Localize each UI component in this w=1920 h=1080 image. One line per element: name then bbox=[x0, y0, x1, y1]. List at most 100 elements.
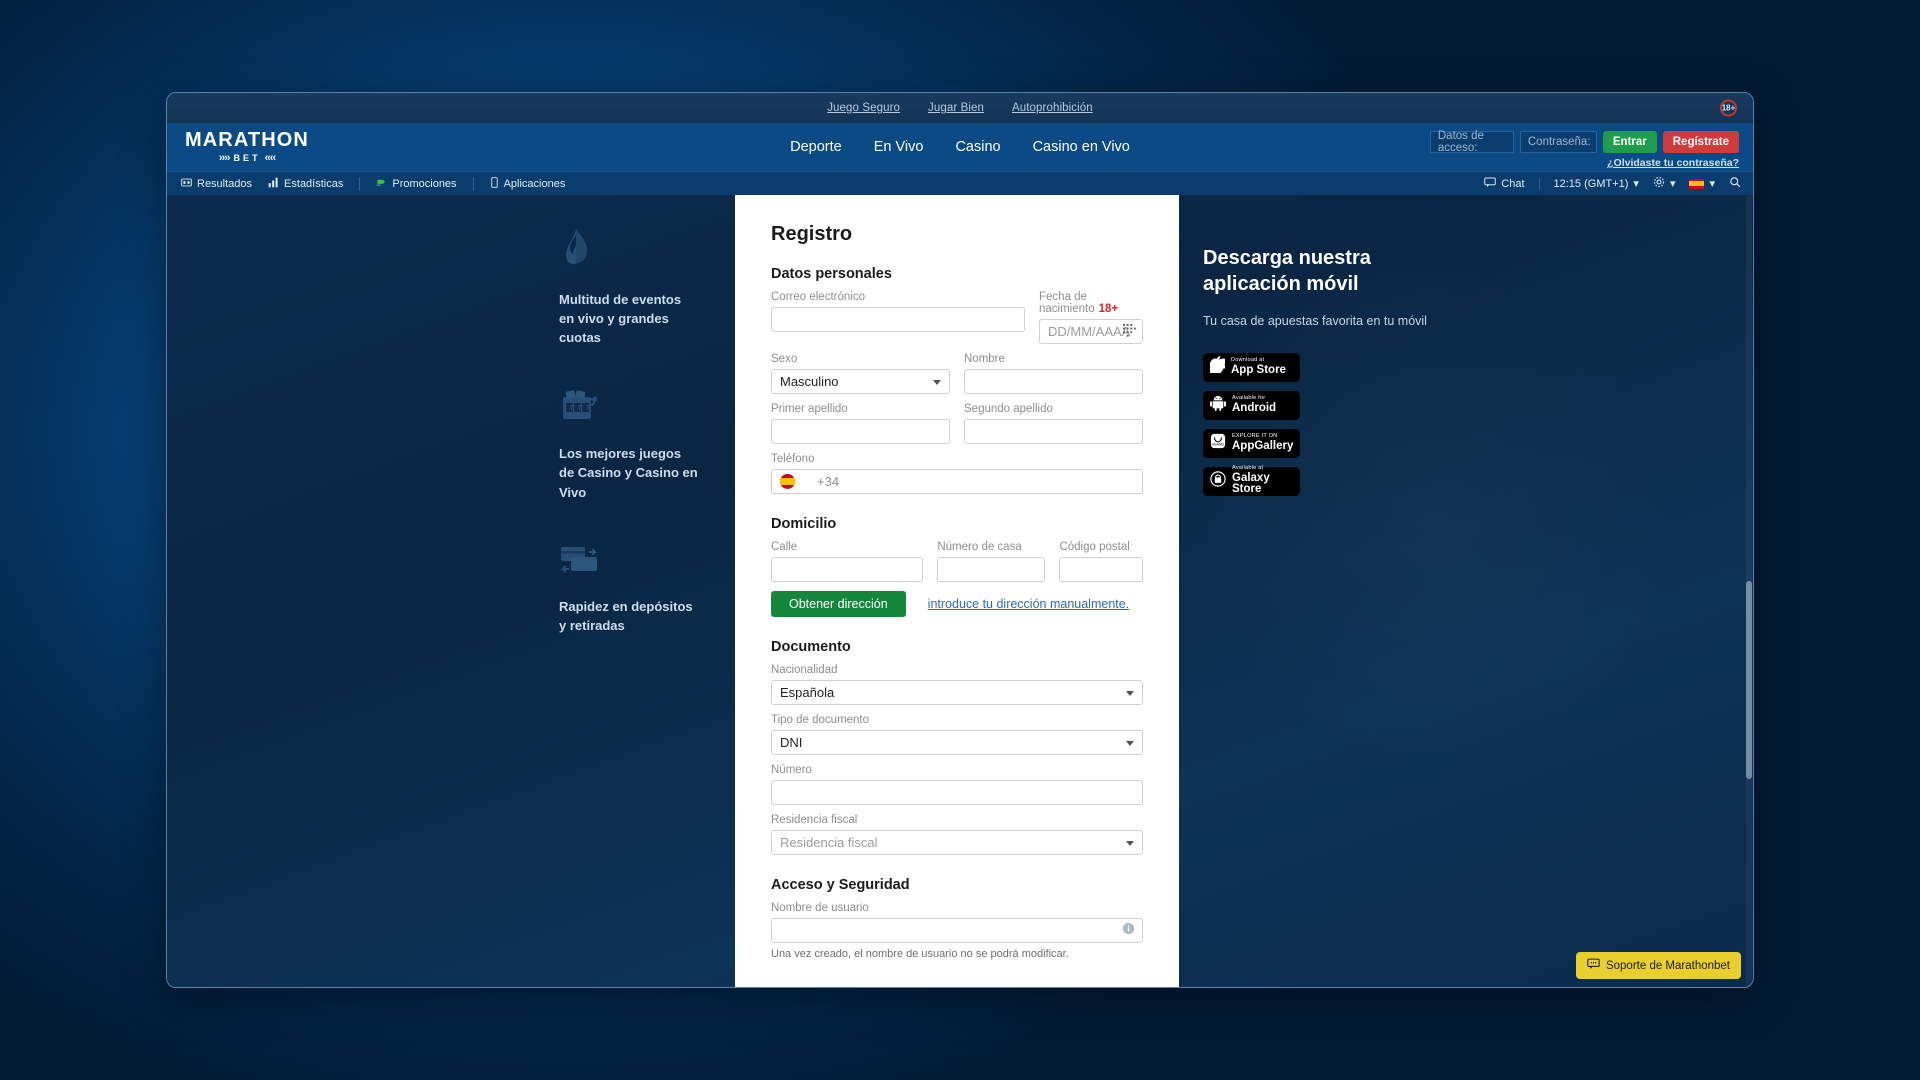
label-doctype: Tipo de documento bbox=[771, 714, 870, 726]
nav-item-casino-en-vivo[interactable]: Casino en Vivo bbox=[1033, 139, 1130, 155]
marathonbet-logo[interactable]: MARATHON ›››› BET ‹‹‹‹ bbox=[185, 130, 309, 164]
top-responsible-gaming-bar: Juego Seguro Jugar Bien Autoprohibición … bbox=[167, 93, 1753, 123]
label-surname2: Segundo apellido bbox=[964, 403, 1053, 415]
label-postcode: Código postal bbox=[1059, 541, 1130, 553]
spain-flag-icon[interactable] bbox=[780, 474, 795, 489]
mobile-app-panel: Descarga nuestra aplicación móvil Tu cas… bbox=[1203, 245, 1443, 496]
username-input[interactable] bbox=[771, 918, 1143, 943]
main-navigation: Deporte En Vivo Casino Casino en Vivo bbox=[790, 139, 1130, 155]
info-icon[interactable] bbox=[1122, 922, 1135, 940]
doctype-select[interactable]: DNI bbox=[771, 730, 1143, 755]
label-taxres: Residencia fiscal bbox=[771, 814, 858, 826]
field-dob: Fecha de nacimiento 18+ bbox=[1039, 291, 1143, 344]
register-button[interactable]: Regístrate bbox=[1662, 131, 1739, 153]
galaxy-store-badge-text: Available at Galaxy Store bbox=[1232, 466, 1293, 496]
field-postcode: Código postal bbox=[1059, 541, 1143, 582]
label-firstname: Nombre bbox=[964, 353, 1005, 365]
subnav-item-aplicaciones[interactable]: Aplicaciones bbox=[472, 176, 565, 191]
logo-text-bet-row: ›››› BET ‹‹‹‹ bbox=[185, 153, 309, 164]
android-badge[interactable]: Available for Android bbox=[1203, 390, 1300, 420]
taxres-select[interactable]: Residencia fiscal bbox=[771, 830, 1143, 855]
apple-icon bbox=[1208, 356, 1228, 378]
settings-button[interactable]: ▾ bbox=[1653, 176, 1676, 191]
promo-item-payments: Rapidez en depósitos y retiradas bbox=[559, 544, 699, 635]
support-button-label: Soporte de Marathonbet bbox=[1605, 959, 1730, 972]
subnav-item-estadisticas[interactable]: Estadísticas bbox=[268, 177, 343, 191]
field-housenum: Número de casa bbox=[937, 541, 1046, 582]
login-row: Datos de acceso: Contraseña: Entrar Regí… bbox=[1429, 130, 1739, 154]
promo-text-events: Multitud de eventos en vivo y grandes cu… bbox=[559, 292, 682, 346]
spain-flag-icon bbox=[1689, 178, 1705, 189]
chevron-down-icon: ▾ bbox=[1669, 178, 1676, 190]
subnav-item-promociones[interactable]: Promociones bbox=[359, 176, 457, 191]
promo-item-casino: 7 7 7 Los mejores juegos de Casino y Cas… bbox=[559, 389, 699, 501]
appgallery-badge[interactable]: HUAWEI EXPLORE IT ON AppGallery bbox=[1203, 428, 1300, 458]
topbar-link-juego-seguro[interactable]: Juego Seguro bbox=[827, 102, 900, 114]
search-button[interactable] bbox=[1729, 176, 1741, 191]
nav-item-deporte[interactable]: Deporte bbox=[790, 139, 842, 155]
username-helper-text: Una vez creado, el nombre de usuario no … bbox=[771, 948, 1069, 960]
browser-window: Juego Seguro Jugar Bien Autoprohibición … bbox=[166, 92, 1754, 988]
sex-select[interactable]: Masculino bbox=[771, 369, 950, 394]
nav-item-casino[interactable]: Casino bbox=[955, 139, 1000, 155]
calendar-icon[interactable] bbox=[1123, 324, 1136, 342]
label-nationality: Nacionalidad bbox=[771, 664, 838, 676]
manual-address-link[interactable]: introduce tu dirección manualmente. bbox=[928, 597, 1130, 611]
form-row-email-dob: Correo electrónico Fecha de nacimiento 18… bbox=[771, 291, 1143, 344]
age-restriction-badge: 18+ bbox=[1720, 99, 1737, 117]
label-username: Nombre de usuario bbox=[771, 902, 869, 914]
section-heading-address: Domicilio bbox=[771, 516, 837, 532]
flame-icon bbox=[559, 227, 699, 276]
logo-wing-right-icon: ‹‹‹‹ bbox=[264, 152, 276, 164]
field-doctype: Tipo de documento DNI bbox=[771, 714, 1143, 755]
field-phone: Teléfono +34 bbox=[771, 453, 1143, 494]
topbar-link-autoprohibicion[interactable]: Autoprohibición bbox=[1012, 102, 1093, 114]
password-input[interactable]: Contraseña: bbox=[1519, 131, 1597, 153]
docnum-input[interactable] bbox=[771, 780, 1143, 805]
field-email: Correo electrónico bbox=[771, 291, 1025, 344]
galaxy-icon bbox=[1210, 470, 1226, 492]
chat-icon bbox=[1587, 958, 1600, 973]
search-icon bbox=[1729, 176, 1741, 191]
label-email: Correo electrónico bbox=[771, 291, 865, 303]
support-button[interactable]: Soporte de Marathonbet bbox=[1575, 952, 1741, 979]
label-street: Calle bbox=[771, 541, 798, 553]
app-store-badge[interactable]: Download at App Store bbox=[1203, 352, 1300, 382]
street-input[interactable] bbox=[771, 557, 924, 582]
form-row-address: Calle Número de casa Código postal bbox=[771, 541, 1143, 582]
surname2-input[interactable] bbox=[964, 419, 1143, 444]
get-address-button[interactable]: Obtener dirección bbox=[771, 591, 906, 617]
appgallery-badge-large: AppGallery bbox=[1232, 439, 1294, 452]
phone-input-wrapper[interactable]: +34 bbox=[771, 469, 1143, 494]
timezone-selector[interactable]: 12:15 (GMT+1) ▾ bbox=[1554, 177, 1639, 191]
topbar-link-jugar-bien[interactable]: Jugar Bien bbox=[928, 102, 984, 114]
chat-button[interactable]: Chat bbox=[1484, 177, 1525, 191]
forgot-password-link[interactable]: ¿Olvidaste tu contraseña? bbox=[1607, 157, 1739, 169]
svg-text:7: 7 bbox=[570, 405, 574, 412]
login-button[interactable]: Entrar bbox=[1602, 131, 1657, 153]
label-sex: Sexo bbox=[771, 353, 798, 365]
postcode-input[interactable] bbox=[1059, 557, 1143, 582]
subnav-item-resultados[interactable]: Resultados bbox=[181, 177, 252, 191]
field-taxres: Residencia fiscal Residencia fiscal bbox=[771, 814, 1143, 855]
language-selector[interactable]: ▾ bbox=[1689, 177, 1715, 190]
housenum-input[interactable] bbox=[937, 557, 1046, 582]
nationality-select[interactable]: Española bbox=[771, 680, 1143, 705]
app-panel-title: Descarga nuestra aplicación móvil bbox=[1203, 247, 1371, 296]
field-street: Calle bbox=[771, 541, 924, 582]
username-wrapper bbox=[771, 918, 1143, 943]
address-actions: Obtener dirección introduce tu dirección… bbox=[771, 591, 1143, 617]
label-dob-text: Fecha de nacimiento bbox=[1039, 291, 1095, 315]
app-badges-list: Download at App Store Available for Andr… bbox=[1203, 352, 1443, 496]
subnav-right-group: Chat 12:15 (GMT+1) ▾ ▾ ▾ bbox=[1470, 176, 1741, 191]
logo-wing-left-icon: ›››› bbox=[218, 152, 231, 164]
email-input[interactable] bbox=[771, 307, 1025, 332]
username-input[interactable]: Datos de acceso: bbox=[1429, 130, 1514, 154]
galaxy-store-badge[interactable]: Available at Galaxy Store bbox=[1203, 466, 1300, 496]
chat-label: Chat bbox=[1501, 177, 1525, 190]
surname1-input[interactable] bbox=[771, 419, 950, 444]
firstname-input[interactable] bbox=[964, 369, 1143, 394]
field-firstname: Nombre bbox=[964, 353, 1143, 394]
scrollbar-thumb[interactable] bbox=[1746, 581, 1752, 779]
nav-item-en-vivo[interactable]: En Vivo bbox=[874, 139, 924, 155]
